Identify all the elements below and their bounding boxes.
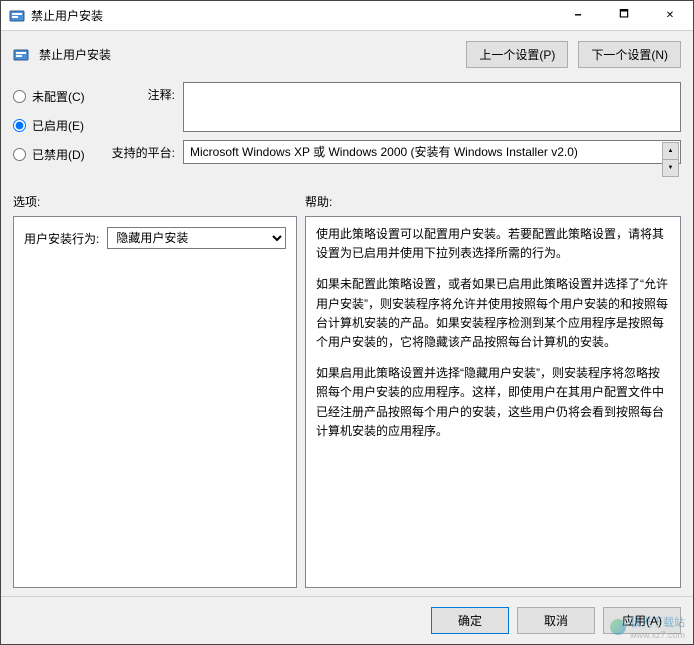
supported-label: 支持的平台: <box>109 140 183 161</box>
radio-not-configured-label: 未配置(C) <box>32 88 85 105</box>
cancel-button[interactable]: 取消 <box>517 607 595 634</box>
radio-disabled[interactable]: 已禁用(D) <box>13 146 109 163</box>
supported-value: Microsoft Windows XP 或 Windows 2000 (安装有… <box>190 145 578 159</box>
close-button[interactable]: ✕ <box>647 1 693 31</box>
state-radios: 未配置(C) 已启用(E) 已禁用(D) <box>13 82 109 175</box>
radio-not-configured-input[interactable] <box>13 90 26 103</box>
window-title: 禁止用户安装 <box>31 7 555 24</box>
footer: 确定 取消 应用(A) 极光下载站 www.xz7.com <box>1 596 693 644</box>
fields-column: 注释: 支持的平台: Microsoft Windows XP 或 Window… <box>109 82 681 175</box>
previous-setting-button[interactable]: 上一个设置(P) <box>466 41 568 68</box>
ok-button[interactable]: 确定 <box>431 607 509 634</box>
radio-disabled-label: 已禁用(D) <box>32 146 85 163</box>
comment-textbox[interactable] <box>183 82 681 132</box>
supported-spinner[interactable]: ▲▼ <box>662 142 679 162</box>
help-section-label: 帮助: <box>305 193 681 210</box>
options-section-label: 选项: <box>13 193 305 210</box>
help-paragraph: 使用此策略设置可以配置用户安装。若要配置此策略设置，请将其设置为已启用并使用下拉… <box>316 225 670 263</box>
section-labels: 选项: 帮助: <box>1 183 693 216</box>
radio-not-configured[interactable]: 未配置(C) <box>13 88 109 105</box>
spin-down-icon[interactable]: ▼ <box>662 159 679 177</box>
minimize-button[interactable]: 🗕 <box>555 1 601 31</box>
app-icon <box>9 8 25 24</box>
help-panel: 使用此策略设置可以配置用户安装。若要配置此策略设置，请将其设置为已启用并使用下拉… <box>305 216 681 588</box>
titlebar: 禁止用户安装 🗕 🗖 ✕ <box>1 1 693 31</box>
dialog-window: 禁止用户安装 🗕 🗖 ✕ 禁止用户安装 上一个设置(P) 下一个设置(N) 未配… <box>0 0 694 645</box>
policy-title: 禁止用户安装 <box>39 46 456 63</box>
spin-up-icon[interactable]: ▲ <box>662 142 679 159</box>
header-row: 禁止用户安装 上一个设置(P) 下一个设置(N) <box>1 31 693 78</box>
settings-area: 未配置(C) 已启用(E) 已禁用(D) 注释: 支持的平台: Microsof… <box>1 78 693 183</box>
maximize-button[interactable]: 🗖 <box>601 1 647 31</box>
behavior-select[interactable]: 隐藏用户安装 <box>107 227 286 249</box>
next-setting-button[interactable]: 下一个设置(N) <box>578 41 681 68</box>
comment-label: 注释: <box>109 82 183 103</box>
main-area: 用户安装行为: 隐藏用户安装 使用此策略设置可以配置用户安装。若要配置此策略设置… <box>1 216 693 596</box>
window-controls: 🗕 🗖 ✕ <box>555 1 693 31</box>
help-paragraph: 如果启用此策略设置并选择“隐藏用户安装”，则安装程序将忽略按照每个用户安装的应用… <box>316 364 670 441</box>
radio-enabled[interactable]: 已启用(E) <box>13 117 109 134</box>
supported-textbox: Microsoft Windows XP 或 Windows 2000 (安装有… <box>183 140 681 164</box>
behavior-label: 用户安装行为: <box>24 230 99 247</box>
radio-disabled-input[interactable] <box>13 148 26 161</box>
help-paragraph: 如果未配置此策略设置，或者如果已启用此策略设置并选择了“允许用户安装”，则安装程… <box>316 275 670 352</box>
apply-button[interactable]: 应用(A) <box>603 607 681 634</box>
radio-enabled-label: 已启用(E) <box>32 117 84 134</box>
options-panel: 用户安装行为: 隐藏用户安装 <box>13 216 297 588</box>
radio-enabled-input[interactable] <box>13 119 26 132</box>
policy-icon <box>13 47 29 63</box>
